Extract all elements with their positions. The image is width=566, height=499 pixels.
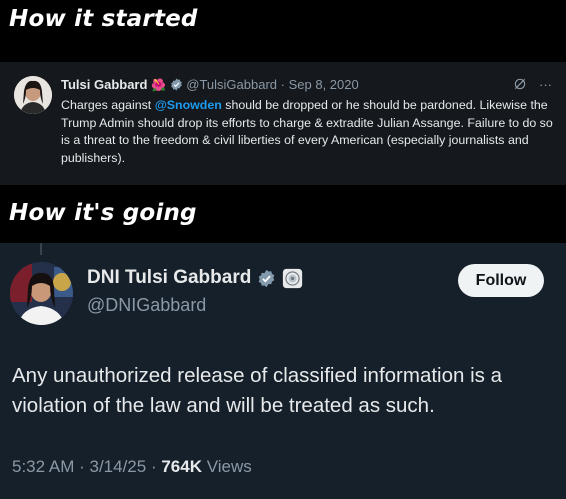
verified-badge-icon: [170, 78, 183, 94]
more-options-icon[interactable]: ···: [539, 77, 552, 94]
thread-line: [40, 243, 42, 255]
tweet-meta: 5:32 AM · 3/14/25 · 764K Views: [12, 457, 252, 477]
meta-separator: ·: [146, 457, 162, 476]
avatar[interactable]: [14, 76, 52, 114]
body-start: Charges against: [61, 98, 155, 112]
author-handle[interactable]: @DNIGabbard: [87, 295, 206, 316]
meta-separator: ·: [277, 77, 289, 92]
views-count: 764K: [161, 457, 202, 476]
new-tweet-text: Any unauthorized release of classified i…: [12, 364, 502, 417]
tweet-time[interactable]: 5:32 AM: [12, 457, 74, 476]
tweet-date[interactable]: 3/14/25: [89, 457, 146, 476]
top-banner: How it started: [0, 0, 566, 62]
old-tweet-card[interactable]: Tulsi Gabbard 🌺 @TulsiGabbard · Sep 8, 2…: [0, 62, 566, 185]
follow-button[interactable]: Follow: [458, 264, 544, 297]
tweet-date[interactable]: Sep 8, 2020: [289, 77, 359, 92]
top-banner-text: How it started: [9, 6, 198, 32]
meta-separator: ·: [74, 457, 90, 476]
author-name[interactable]: DNI Tulsi Gabbard: [87, 267, 251, 289]
views-label: Views: [206, 457, 252, 476]
hibiscus-emoji: 🌺: [151, 78, 167, 92]
old-tweet-header: Tulsi Gabbard 🌺 @TulsiGabbard · Sep 8, 2…: [61, 77, 359, 94]
avatar[interactable]: [10, 262, 73, 325]
author-name-row: DNI Tulsi Gabbard: [87, 267, 303, 289]
grok-icon[interactable]: [513, 77, 527, 94]
middle-banner-text: How it's going: [9, 200, 197, 226]
author-name[interactable]: Tulsi Gabbard: [61, 77, 147, 92]
author-handle[interactable]: @TulsiGabbard: [186, 77, 277, 92]
old-tweet-text: Charges against @Snowden should be dropp…: [61, 97, 556, 167]
old-tweet-actions: ···: [513, 77, 552, 94]
government-seal-icon: [282, 268, 303, 289]
mention-link[interactable]: @Snowden: [155, 98, 222, 112]
verified-badge-icon: [257, 269, 276, 288]
new-tweet-card[interactable]: DNI Tulsi Gabbard @DNIGabbard Follow Any…: [0, 243, 566, 499]
